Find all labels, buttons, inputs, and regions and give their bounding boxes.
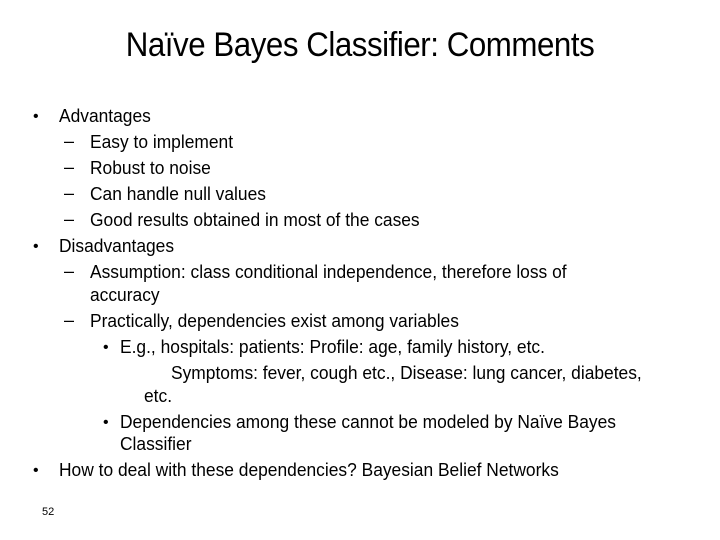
example-line: E.g., hospitals: patients: Profile: age,…	[120, 336, 545, 357]
dash-icon: –	[64, 209, 75, 229]
dash-icon: –	[64, 261, 75, 281]
page-number: 52	[42, 506, 55, 518]
slide-title: Naïve Bayes Classifier: Comments	[125, 26, 595, 64]
disadvantage-item: Practically, dependencies exist among va…	[90, 310, 459, 331]
bullet-icon: •	[33, 238, 39, 255]
dash-icon: –	[64, 183, 75, 203]
advantage-item: Can handle null values	[90, 183, 266, 204]
dash-icon: –	[64, 131, 75, 151]
bullet-icon: •	[33, 462, 39, 479]
disadvantage-item: Assumption: class conditional independen…	[90, 261, 567, 282]
advantage-item: Good results obtained in most of the cas…	[90, 209, 420, 230]
example-line: Symptoms: fever, cough etc., Disease: lu…	[171, 362, 642, 383]
bullet-icon: •	[103, 414, 109, 431]
disadvantages-heading: Disadvantages	[59, 235, 175, 256]
dash-icon: –	[64, 157, 75, 177]
advantages-heading: Advantages	[59, 105, 151, 126]
solution-text: How to deal with these dependencies? Bay…	[59, 459, 559, 480]
disadvantage-item-continuation: accuracy	[90, 284, 160, 305]
advantage-item: Robust to noise	[90, 157, 211, 178]
advantage-item: Easy to implement	[90, 131, 234, 152]
bullet-icon: •	[103, 339, 109, 356]
dash-icon: –	[64, 310, 75, 330]
example-line: etc.	[144, 385, 173, 406]
limitation-line: Dependencies among these cannot be model…	[120, 411, 616, 432]
bullet-icon: •	[33, 108, 39, 125]
limitation-line: Classifier	[120, 433, 192, 454]
